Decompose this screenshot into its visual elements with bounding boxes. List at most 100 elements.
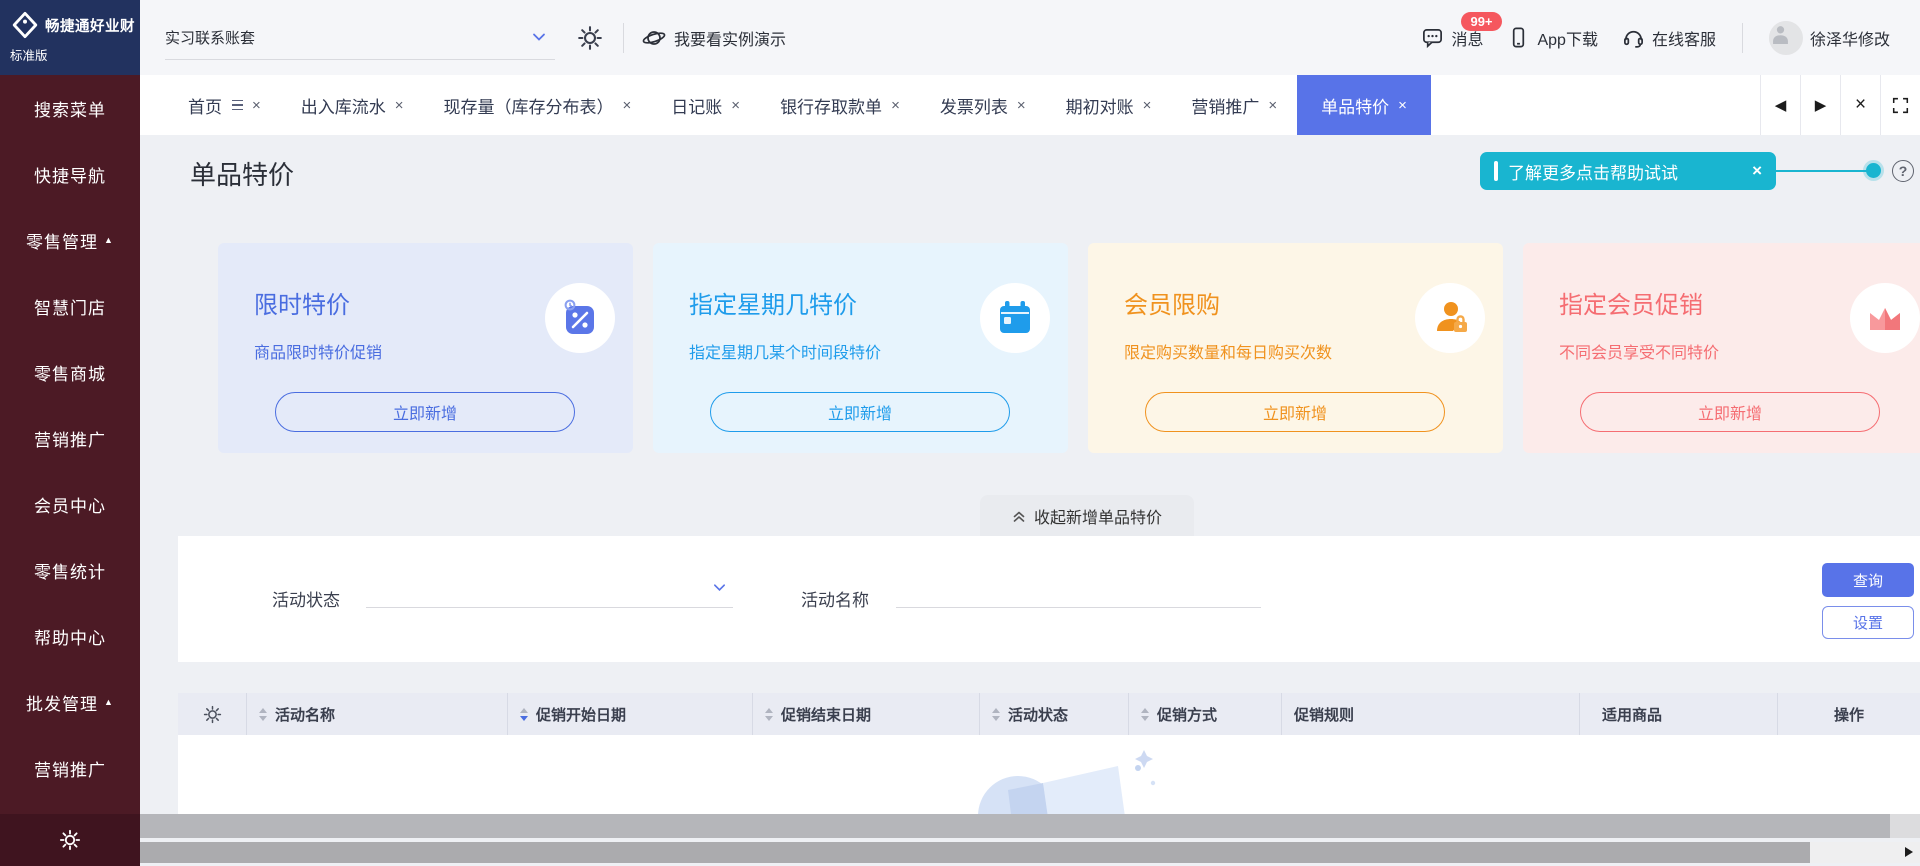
column-header-actions: 操作 [1833, 706, 1864, 724]
online-service-button[interactable]: 在线客服 [1622, 26, 1716, 50]
card-member-specific-promo: 指定会员促销 不同会员享受不同特价 立即新增 [1523, 243, 1920, 453]
card-subtitle: 不同会员享受不同特价 [1559, 345, 1720, 362]
card-title: 指定会员促销 [1559, 292, 1703, 319]
query-button[interactable]: 查询 [1822, 563, 1914, 597]
sidebar-item-retail-management[interactable]: 零售管理 ▲ [0, 207, 140, 273]
brand-logo-box: 畅捷通好业财 标准版 [0, 0, 140, 75]
sidebar-item-member-center[interactable]: 会员中心 [0, 471, 140, 537]
tabs-close-all-button[interactable]: × [1840, 75, 1880, 135]
sort-arrows-icon[interactable] [765, 707, 773, 721]
list-lines-icon [232, 99, 243, 111]
close-icon[interactable]: × [891, 97, 900, 114]
add-now-button[interactable]: 立即新增 [275, 392, 575, 432]
topbar-divider [623, 22, 624, 53]
table-empty-body [178, 735, 1920, 814]
close-icon[interactable]: × [395, 97, 404, 114]
help-banner[interactable]: 了解更多点击帮助试试 × [1480, 152, 1776, 190]
add-now-button[interactable]: 立即新增 [1580, 392, 1880, 432]
close-icon[interactable]: × [623, 97, 632, 114]
collapse-up-icon: ▲ [104, 697, 114, 707]
tab-single-item-special-active[interactable]: 单品特价 × [1297, 75, 1431, 135]
card-subtitle: 商品限时特价促销 [254, 345, 383, 362]
sidebar-settings-button[interactable] [0, 814, 140, 866]
sidebar: 畅捷通好业财 标准版 搜索菜单 快捷导航 零售管理 ▲ 智慧门店 零售商城 营销推… [0, 0, 140, 866]
tabs-scroll-right-button[interactable]: ▶ [1800, 75, 1840, 135]
sort-arrows-icon[interactable] [992, 707, 1000, 721]
fullscreen-button[interactable] [1880, 75, 1920, 135]
card-title: 指定星期几特价 [689, 292, 857, 319]
promo-table: 活动名称 促销开始日期 促销结束日期 活动状态 促销方式 促销规则 适用商品 操… [178, 693, 1920, 814]
collapse-up-icon: ▲ [104, 235, 114, 245]
sidebar-item-quick-nav[interactable]: 快捷导航 [0, 141, 140, 207]
close-icon[interactable]: × [731, 97, 740, 114]
sidebar-item-help-center[interactable]: 帮助中心 [0, 603, 140, 669]
tab-journal[interactable]: 日记账 × [651, 75, 760, 135]
sort-arrows-icon[interactable] [259, 707, 267, 721]
tab-invoice-list[interactable]: 发票列表 × [920, 75, 1046, 135]
tab-inout-flow[interactable]: 出入库流水 × [281, 75, 424, 135]
messages-button[interactable]: 消息 99+ [1421, 11, 1502, 50]
scroll-right-arrow-icon[interactable] [1905, 847, 1913, 857]
tab-bank-deposit[interactable]: 银行存取款单 × [760, 75, 920, 135]
column-header-promo-method[interactable]: 促销方式 [1129, 693, 1282, 735]
close-icon[interactable]: × [1017, 97, 1026, 114]
activity-status-select[interactable] [366, 564, 733, 608]
settings-button[interactable]: 设置 [1822, 606, 1914, 639]
column-settings-button[interactable] [178, 693, 247, 735]
help-toggle-dot[interactable] [1866, 163, 1881, 178]
member-lock-icon [1415, 283, 1485, 353]
column-header-activity-name[interactable]: 活动名称 [247, 693, 508, 735]
table-horizontal-scrollbar[interactable] [140, 814, 1920, 838]
collapse-new-special-button[interactable]: 收起新增单品特价 [980, 495, 1194, 536]
promo-cards-row: 限时特价 商品限时特价促销 立即新增 指定星期几特价 指定星期几某个时间段特价 … [218, 243, 1920, 453]
scrollbar-thumb[interactable] [140, 814, 1890, 838]
tab-marketing-promo[interactable]: 营销推广 × [1171, 75, 1297, 135]
gear-icon [203, 705, 221, 723]
app-download-button[interactable]: App下载 [1507, 26, 1598, 50]
column-header-activity-status[interactable]: 活动状态 [980, 693, 1129, 735]
close-icon[interactable]: × [1268, 97, 1277, 114]
page-horizontal-scrollbar[interactable] [140, 842, 1920, 863]
column-header-applicable-goods: 适用商品 [1580, 693, 1778, 735]
crown-icon [1850, 283, 1920, 353]
close-icon[interactable]: × [1752, 161, 1762, 181]
close-icon[interactable]: × [252, 97, 261, 114]
sort-arrows-icon[interactable] [1141, 707, 1149, 721]
add-now-button[interactable]: 立即新增 [710, 392, 1010, 432]
close-icon[interactable]: × [1143, 97, 1152, 114]
tab-opening-reconciliation[interactable]: 期初对账 × [1046, 75, 1172, 135]
sidebar-item-retail-mall[interactable]: 零售商城 [0, 339, 140, 405]
sort-arrows-icon[interactable] [520, 707, 528, 721]
sidebar-item-smart-store[interactable]: 智慧门店 [0, 273, 140, 339]
column-header-promo-start-date[interactable]: 促销开始日期 [508, 693, 753, 735]
brand-name: 畅捷通好业财 [45, 18, 135, 35]
account-settings-button[interactable] [577, 25, 603, 51]
card-subtitle: 指定星期几某个时间段特价 [689, 345, 882, 362]
close-icon[interactable]: × [1398, 97, 1407, 114]
tabs-scroll-left-button[interactable]: ◀ [1760, 75, 1800, 135]
sidebar-item-marketing-promo-2[interactable]: 营销推广 [0, 735, 140, 801]
account-set-select[interactable]: 实习联系账套 [165, 16, 555, 60]
sidebar-item-wholesale-management[interactable]: 批发管理 ▲ [0, 669, 140, 735]
tab-stock-distribution[interactable]: 现存量（库存分布表） × [424, 75, 652, 135]
column-header-promo-rule: 促销规则 [1282, 693, 1580, 735]
activity-name-input[interactable] [896, 564, 1261, 608]
mobile-phone-icon [1513, 27, 1525, 48]
sidebar-item-retail-stats[interactable]: 零售统计 [0, 537, 140, 603]
megaphone-illustration [978, 750, 1156, 814]
demo-link[interactable]: 我要看实例演示 [642, 26, 786, 50]
card-member-purchase-limit: 会员限购 限定购买数量和每日购买次数 立即新增 [1088, 243, 1503, 453]
tab-home[interactable]: 首页 × [168, 75, 281, 135]
sidebar-item-search-menu[interactable]: 搜索菜单 [0, 75, 140, 141]
planet-icon [642, 30, 666, 45]
user-menu[interactable]: 徐泽华修改 [1768, 20, 1890, 55]
sidebar-item-marketing-promo[interactable]: 营销推广 [0, 405, 140, 471]
help-circle-icon[interactable]: ? [1892, 160, 1914, 182]
discount-percent-icon [545, 283, 615, 353]
add-now-button[interactable]: 立即新增 [1145, 392, 1445, 432]
scrollbar-thumb[interactable] [140, 842, 1810, 863]
double-chevron-up-icon [1013, 511, 1025, 522]
activity-name-label: 活动名称 [801, 591, 869, 610]
column-header-promo-end-date[interactable]: 促销结束日期 [753, 693, 980, 735]
topbar-right: 消息 99+ App下载 在线客服 徐泽华修改 [1421, 0, 1890, 75]
